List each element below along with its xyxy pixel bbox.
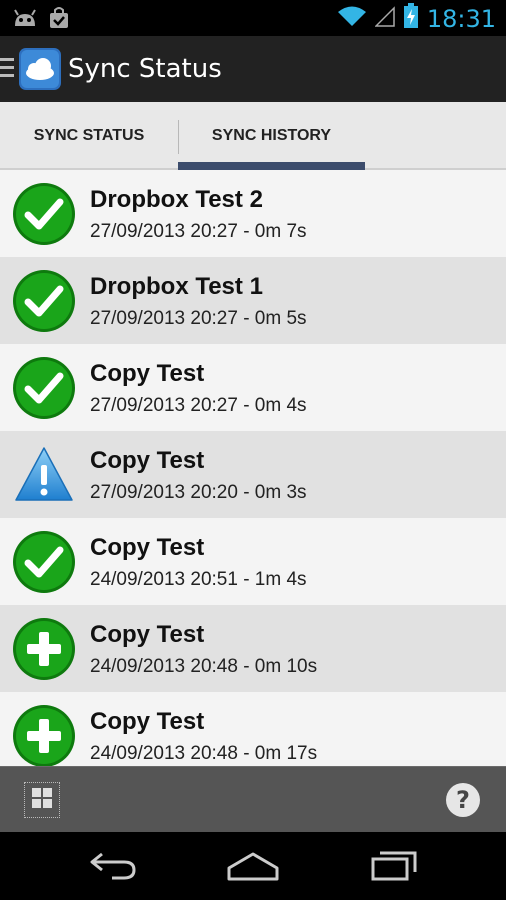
- warning-icon: [12, 443, 76, 507]
- back-icon[interactable]: [88, 848, 138, 887]
- success-check-icon: [12, 269, 76, 333]
- plus-icon: [12, 617, 76, 681]
- plus-icon: [12, 704, 76, 766]
- sync-history-list[interactable]: Dropbox Test 2 27/09/2013 20:27 - 0m 7s …: [0, 170, 506, 766]
- selected-tab-indicator: [178, 162, 365, 170]
- cloud-app-icon[interactable]: [18, 47, 62, 91]
- item-name: Copy Test: [90, 621, 205, 648]
- list-item[interactable]: Dropbox Test 2 27/09/2013 20:27 - 0m 7s: [0, 170, 506, 257]
- help-icon[interactable]: ?: [446, 783, 480, 817]
- status-bar: 18:31: [0, 0, 506, 36]
- battery-charging-icon: [403, 3, 419, 34]
- item-name: Copy Test: [90, 534, 205, 561]
- list-item[interactable]: Copy Test 24/09/2013 20:48 - 0m 17s: [0, 692, 506, 766]
- tab-sync-status[interactable]: SYNC STATUS: [0, 102, 178, 170]
- item-detail: 24/09/2013 20:48 - 0m 10s: [90, 656, 318, 677]
- list-item[interactable]: Copy Test 24/09/2013 20:51 - 1m 4s: [0, 518, 506, 605]
- signal-icon: [374, 5, 395, 32]
- item-detail: 27/09/2013 20:20 - 0m 3s: [90, 482, 307, 503]
- grid-icon: [31, 787, 53, 814]
- item-detail: 27/09/2013 20:27 - 0m 5s: [90, 308, 307, 329]
- tab-sync-history[interactable]: SYNC HISTORY: [178, 102, 365, 170]
- android-icon: [12, 6, 38, 35]
- recents-icon[interactable]: [370, 848, 420, 887]
- list-item[interactable]: Dropbox Test 1 27/09/2013 20:27 - 0m 5s: [0, 257, 506, 344]
- shopping-bag-icon: [48, 6, 70, 35]
- item-name: Copy Test: [90, 708, 205, 735]
- list-item[interactable]: Copy Test 24/09/2013 20:48 - 0m 10s: [0, 605, 506, 692]
- clock-time: 18:31: [426, 4, 496, 33]
- grid-button[interactable]: [24, 782, 60, 818]
- action-bar: Sync Status: [0, 36, 506, 102]
- home-icon[interactable]: [226, 848, 280, 887]
- item-detail: 27/09/2013 20:27 - 0m 4s: [90, 395, 307, 416]
- item-name: Copy Test: [90, 447, 205, 474]
- wifi-icon: [337, 4, 367, 33]
- tab-bar: SYNC STATUS SYNC HISTORY: [0, 102, 506, 170]
- bottom-toolbar: ?: [0, 766, 506, 832]
- item-name: Dropbox Test 2: [90, 186, 263, 213]
- item-name: Copy Test: [90, 360, 205, 387]
- success-check-icon: [12, 530, 76, 594]
- list-item[interactable]: Copy Test 27/09/2013 20:20 - 0m 3s: [0, 431, 506, 518]
- item-detail: 24/09/2013 20:48 - 0m 17s: [90, 743, 318, 764]
- page-title: Sync Status: [68, 54, 222, 84]
- list-item[interactable]: Copy Test 27/09/2013 20:27 - 0m 4s: [0, 344, 506, 431]
- drawer-toggle-icon[interactable]: [0, 58, 14, 80]
- item-detail: 24/09/2013 20:51 - 1m 4s: [90, 569, 307, 590]
- item-name: Dropbox Test 1: [90, 273, 263, 300]
- success-check-icon: [12, 182, 76, 246]
- item-detail: 27/09/2013 20:27 - 0m 7s: [90, 221, 307, 242]
- success-check-icon: [12, 356, 76, 420]
- system-nav-bar: [0, 832, 506, 900]
